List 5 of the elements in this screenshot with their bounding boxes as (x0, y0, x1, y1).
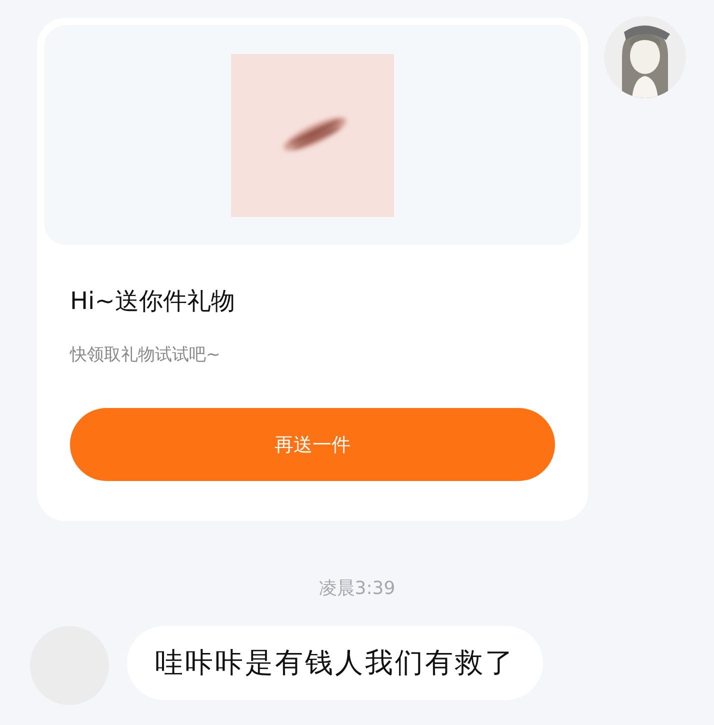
message-bubble: 哇咔咔是有钱人我们有救了 (127, 626, 543, 700)
gift-card[interactable]: Hi~送你件礼物 快领取礼物试试吧~ 再送一件 (37, 18, 588, 521)
gift-title: Hi~送你件礼物 (70, 286, 236, 317)
gift-subtitle: 快领取礼物试试吧~ (70, 344, 222, 366)
timestamp: 凌晨3:39 (318, 577, 396, 600)
